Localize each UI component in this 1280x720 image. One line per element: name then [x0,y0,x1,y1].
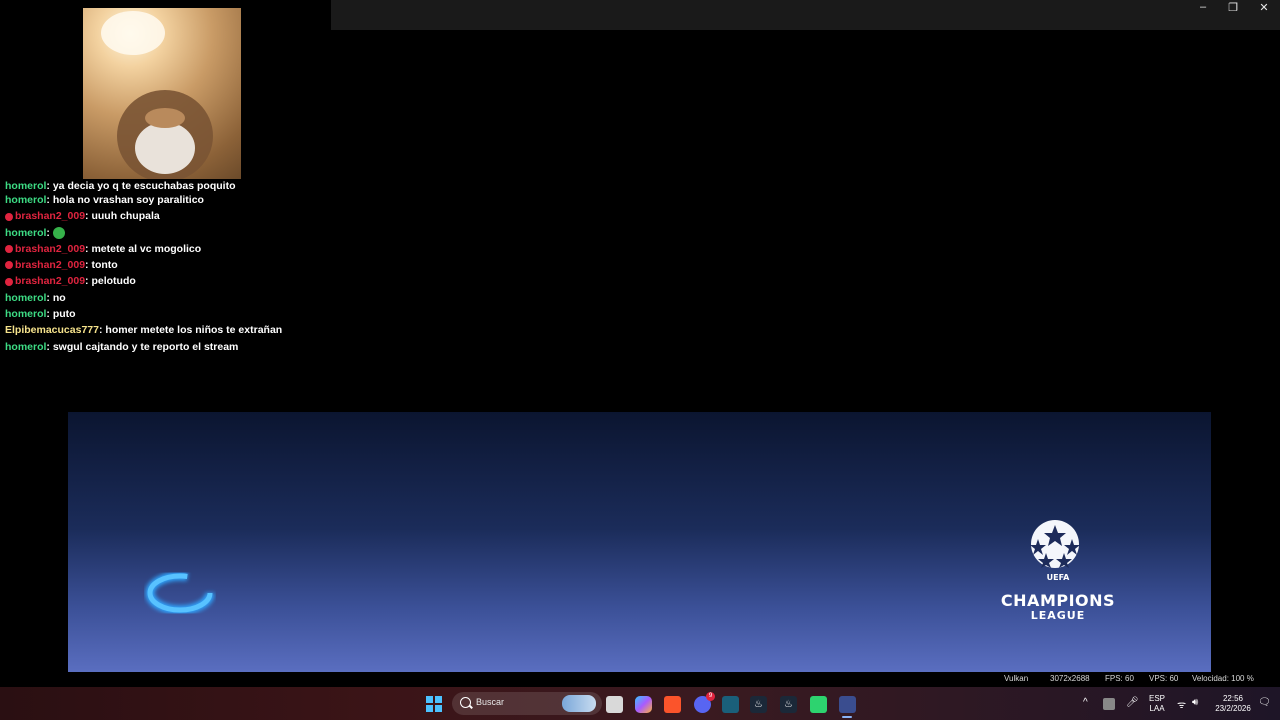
chat-message: homerol: swgul cajtando y te reporto el … [5,339,325,355]
chat-text: homer metete los niños te extrañan [105,324,283,337]
discord-notification-badge: 9 [706,692,715,701]
chat-overlay: homerol: ya decia yo q te escuchabas poq… [5,180,325,355]
photos-icon[interactable] [722,696,739,713]
chat-username[interactable]: brashan2_009 [15,259,85,271]
app-icon[interactable] [810,696,827,713]
fps-label: FPS: 60 [1105,674,1134,683]
minimize-button[interactable]: – [1188,0,1218,14]
user-badge-icon [5,212,13,221]
wifi-icon[interactable]: ᯤ [1177,697,1186,711]
chat-text: ya decia yo q te escuchabas poquito [52,180,236,192]
webcam-image [101,11,213,179]
chat-username[interactable]: Elpibemacucas777 [5,324,99,336]
chat-text: swgul cajtando y te reporto el stream [52,340,239,353]
chat-username[interactable]: brashan2_009 [15,210,85,222]
chat-username[interactable]: homerol [5,194,46,206]
show-hidden-icons-chevron-icon[interactable]: ^ [1083,697,1088,708]
chat-username[interactable]: homerol [5,180,46,192]
windows-start-icon[interactable] [426,696,443,713]
chat-username[interactable]: brashan2_009 [15,275,85,287]
emulator-icon[interactable] [839,696,856,713]
chat-message: Elpibemacucas777: homer metete los niños… [5,322,325,338]
brave-icon[interactable] [664,696,681,713]
chat-text: tonto [91,259,118,272]
webcam-overlay [83,8,241,179]
chat-text: uuuh chupala [91,210,160,223]
chat-text: puto [52,308,76,321]
notifications-icon[interactable]: 🗨︎ [1258,697,1271,708]
chat-message: homerol: no [5,290,325,306]
language-line2: LAA [1149,704,1165,713]
resolution-label: 3072x2688 [1050,674,1090,683]
chat-message: brashan2_009: metete al vc mogolico [5,241,325,257]
chat-text: hola no vrashan soy paralitico [52,194,204,206]
league-label: LEAGUE [1030,609,1086,622]
champions-league-logo: UEFA CHAMPIONS LEAGUE [978,517,1138,629]
speed-label: Velocidad: 100 % [1192,674,1254,683]
discord-icon[interactable]: 9 [694,692,715,713]
search-highlight-icon [562,695,596,712]
close-button[interactable]: ✕ [1249,0,1279,14]
chat-text: pelotudo [91,275,136,288]
maximize-button[interactable]: ❐ [1218,0,1248,14]
uefa-label: UEFA [1046,573,1070,582]
steam-icon[interactable]: ♨ [750,696,767,713]
active-app-indicator [842,716,852,718]
user-badge-icon [5,261,13,270]
game-viewport[interactable]: UEFA CHAMPIONS LEAGUE [68,412,1211,672]
chat-username[interactable]: homerol [5,308,46,320]
language-indicator[interactable]: ESP LAA [1146,694,1168,714]
copilot-icon[interactable] [635,696,652,713]
window-title-bar [331,0,1280,30]
microphone-icon[interactable]: 🎤︎ [1126,697,1139,708]
starball-icon [1030,520,1080,568]
chat-message: brashan2_009: tonto [5,257,325,273]
task-view-icon[interactable] [606,696,623,713]
volume-icon[interactable]: 🔊︎ [1192,697,1198,708]
user-badge-icon [5,245,13,254]
chat-separator: : [46,226,53,239]
clock-time: 22:56 [1222,694,1244,703]
chat-text: no [52,291,66,304]
taskbar-search-box[interactable]: Buscar [452,692,602,715]
renderer-label: Vulkan [1004,674,1029,683]
green-emote-icon [52,226,65,239]
champions-label: CHAMPIONS [1000,591,1116,610]
chat-message: homerol: hola no vrashan soy paralitico [5,192,325,208]
chat-message: homerol: puto [5,306,325,322]
chat-username[interactable]: homerol [5,292,46,304]
chat-username[interactable]: homerol [5,227,46,239]
emulator-status-bar: Vulkan 3072x2688 FPS: 60 VPS: 60 Velocid… [0,673,1280,687]
search-icon [460,697,471,708]
chat-username[interactable]: brashan2_009 [15,243,85,255]
chat-message: brashan2_009: pelotudo [5,273,325,289]
clock-date: 23/2/2026 [1215,704,1251,713]
language-line1: ESP [1148,694,1165,703]
chat-message: brashan2_009: uuuh chupala [5,208,325,224]
chat-message: homerol: ya decia yo q te escuchabas poq… [5,180,325,192]
user-badge-icon [5,277,13,286]
loading-spinner-icon [145,571,215,615]
search-placeholder: Buscar [476,697,505,707]
clock[interactable]: 22:56 23/2/2026 [1212,694,1254,714]
tray-app-icon[interactable] [1103,698,1115,710]
vps-label: VPS: 60 [1149,674,1179,683]
chat-message: homerol: [5,225,325,241]
chat-text: metete al vc mogolico [91,242,202,255]
chat-username[interactable]: homerol [5,341,46,353]
steam-icon-secondary[interactable]: ♨ [780,696,797,713]
